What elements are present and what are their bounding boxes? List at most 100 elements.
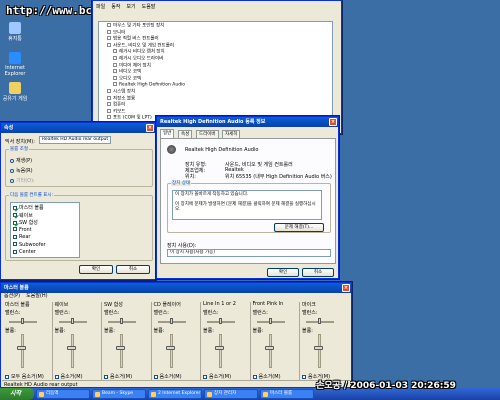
device-tree[interactable]: 마우스 및 기타 포인팅 장치 모니터 범용 직렬 버스 컨트롤러 사운드, 비디오 … bbox=[98, 21, 333, 123]
taskbar-item[interactable]: 리듬액 bbox=[36, 389, 90, 399]
balance-thumb[interactable] bbox=[318, 318, 321, 324]
control-list-item[interactable]: Subwoofer bbox=[13, 242, 46, 248]
checkbox[interactable] bbox=[153, 374, 158, 379]
close-icon[interactable]: × bbox=[342, 284, 350, 292]
checkbox[interactable] bbox=[252, 374, 257, 379]
tab-2[interactable]: 드라이버 bbox=[196, 130, 219, 138]
volume-slider[interactable] bbox=[169, 334, 173, 368]
volume-slider[interactable] bbox=[70, 334, 74, 368]
device-usage-select[interactable]: 이 장치 사용(사용 가능) bbox=[167, 249, 331, 257]
taskbar-item[interactable]: 2 Internet Explorer bbox=[148, 389, 202, 399]
control-list-item[interactable]: 마스터 볼륨 bbox=[13, 204, 44, 211]
tree-item[interactable]: 미디어 제어 장치 bbox=[113, 62, 151, 69]
ok-button[interactable]: 확인 bbox=[79, 265, 113, 274]
audio-cancel-button[interactable]: 취소 bbox=[302, 268, 334, 277]
close-icon[interactable]: × bbox=[329, 118, 337, 126]
volume-slider[interactable] bbox=[120, 334, 123, 368]
desktop-icon[interactable]: 휴지통 bbox=[2, 22, 28, 42]
balance-thumb[interactable] bbox=[120, 318, 123, 324]
balance-thumb[interactable] bbox=[219, 318, 222, 324]
radio-record[interactable]: 녹음(R) bbox=[10, 167, 33, 174]
menu-item[interactable]: 보기 bbox=[126, 4, 135, 10]
volume-slider[interactable] bbox=[318, 334, 321, 368]
taskbar-item[interactable]: 마스터 볼륨 bbox=[260, 389, 314, 399]
volume-slider[interactable] bbox=[21, 334, 24, 368]
mute-checkbox[interactable]: 음소거(M) bbox=[104, 373, 132, 380]
mute-checkbox[interactable]: 음소거(M) bbox=[252, 373, 281, 380]
taskbar-item[interactable]: 장치 관리자 bbox=[204, 389, 258, 399]
checkbox[interactable] bbox=[13, 242, 17, 246]
checkbox[interactable] bbox=[302, 374, 306, 379]
checkbox[interactable] bbox=[13, 220, 17, 225]
radio-other[interactable]: 기타(O): bbox=[10, 177, 35, 184]
control-list-item[interactable]: Center bbox=[13, 249, 36, 255]
close-icon[interactable]: × bbox=[146, 124, 154, 132]
mixer-device-select[interactable]: Realtek HD Audio rear output bbox=[39, 136, 111, 144]
start-button[interactable]: 시작 bbox=[0, 388, 34, 400]
volume-slider[interactable] bbox=[219, 334, 222, 368]
menu-item[interactable]: 도움말(H) bbox=[26, 293, 47, 299]
menu-item[interactable]: 도움말 bbox=[142, 4, 156, 10]
tree-item-label: 포트 (COM 및 LPT) bbox=[113, 115, 152, 121]
checkbox[interactable] bbox=[13, 249, 17, 254]
tree-item[interactable]: 저장소 볼륨 bbox=[107, 95, 135, 102]
taskbar-item[interactable]: Beam - Skype bbox=[92, 389, 146, 399]
volume-thumb[interactable] bbox=[215, 345, 224, 350]
control-list-item[interactable]: Front bbox=[13, 227, 32, 233]
menu-item[interactable]: 동작 bbox=[111, 4, 120, 10]
balance-thumb[interactable] bbox=[70, 318, 74, 324]
checkbox[interactable] bbox=[13, 227, 17, 231]
checkbox[interactable] bbox=[5, 374, 9, 379]
checkbox[interactable] bbox=[203, 374, 207, 379]
cancel-button[interactable]: 취소 bbox=[116, 265, 150, 274]
tree-item[interactable]: 범용 직렬 버스 컨트롤러 bbox=[107, 36, 159, 42]
tree-item[interactable]: 레거시 오디오 드라이버 bbox=[113, 56, 163, 62]
control-list-item[interactable]: Rear bbox=[13, 234, 30, 240]
controls-list[interactable]: 마스터 볼륨 웨이브 SW 합성 Front Rear Subwoofer Center bbox=[10, 202, 80, 258]
volume-thumb[interactable] bbox=[116, 345, 125, 350]
device-icon bbox=[107, 102, 111, 107]
checkbox[interactable] bbox=[13, 205, 17, 210]
control-list-item[interactable]: SW 합성 bbox=[13, 219, 38, 226]
control-list-item[interactable]: 웨이브 bbox=[13, 212, 33, 219]
tree-item[interactable]: 컴퓨터 bbox=[107, 102, 125, 108]
tab-1[interactable]: 속성 bbox=[178, 130, 193, 138]
checkbox[interactable] bbox=[13, 213, 17, 217]
checkbox[interactable] bbox=[13, 234, 17, 239]
volume-thumb[interactable] bbox=[66, 345, 76, 350]
mute-checkbox[interactable]: 모두 음소거(M) bbox=[5, 373, 44, 380]
radio-playback[interactable]: 재생(P) bbox=[10, 157, 32, 164]
volume-slider[interactable] bbox=[268, 334, 272, 368]
balance-thumb[interactable] bbox=[21, 318, 24, 324]
checkbox[interactable] bbox=[104, 374, 108, 379]
menu-item[interactable]: 파일 bbox=[96, 4, 105, 10]
checkbox[interactable] bbox=[54, 374, 59, 379]
troubleshoot-button[interactable]: 문제 해결(T)... bbox=[274, 223, 324, 232]
balance-thumb[interactable] bbox=[169, 318, 173, 324]
volume-thumb[interactable] bbox=[165, 345, 175, 350]
balance-thumb[interactable] bbox=[268, 318, 272, 324]
tree-item[interactable]: 모니터 bbox=[107, 29, 125, 36]
tree-item[interactable]: 키보드 bbox=[107, 108, 125, 115]
tree-item[interactable]: 포트 (COM 및 LPT) bbox=[107, 115, 152, 121]
tree-item[interactable]: 비디오 코덱 bbox=[113, 69, 141, 75]
mute-checkbox[interactable]: 음소거(M) bbox=[54, 373, 83, 380]
audio-ok-button[interactable]: 확인 bbox=[267, 268, 299, 277]
mute-checkbox[interactable]: 음소거(M) bbox=[203, 373, 231, 380]
menu-item[interactable]: 옵션(P) bbox=[4, 293, 20, 299]
volume-thumb[interactable] bbox=[17, 345, 26, 350]
mute-checkbox[interactable]: 음소거(M) bbox=[153, 373, 182, 380]
tree-item[interactable]: 레거시 비디오 캡처 장치 bbox=[113, 49, 165, 55]
volume-thumb[interactable] bbox=[264, 345, 274, 350]
tree-item[interactable]: 사운드, 비디오 및 게임 컨트롤러 bbox=[107, 42, 174, 49]
tree-item[interactable]: 마우스 및 기타 포인팅 장치 bbox=[107, 23, 164, 29]
tree-item[interactable]: Realtek High Definition Audio bbox=[113, 82, 185, 88]
tab-0[interactable]: 일반 bbox=[160, 129, 175, 138]
tree-item[interactable]: 오디오 코덱 bbox=[113, 75, 141, 82]
tab-3[interactable]: 자세히 bbox=[222, 130, 241, 138]
mixer-channel: Line In 1 or 2 밸런스: 볼륨: 음소거(M) bbox=[201, 300, 251, 382]
desktop-icon[interactable]: Internet Explorer bbox=[2, 52, 28, 77]
volume-thumb[interactable] bbox=[314, 345, 323, 350]
desktop-icon[interactable]: 공유기 게임 bbox=[2, 82, 28, 102]
tree-item[interactable]: 시스템 장치 bbox=[107, 89, 135, 95]
